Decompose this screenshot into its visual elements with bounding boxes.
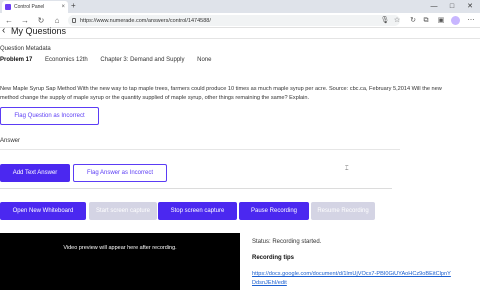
video-placeholder-text: Video preview will appear here after rec… <box>63 245 177 251</box>
page-header: ‹ My Questions <box>0 24 480 38</box>
metadata-row: Problem 17 Economics 12th Chapter 3: Dem… <box>0 57 222 63</box>
section-divider <box>0 188 392 189</box>
maximize-window-icon[interactable]: □ <box>444 0 460 13</box>
header-divider <box>0 38 480 39</box>
browser-tab-bar: Control Panel × + — □ ✕ <box>0 0 480 13</box>
question-text: New Maple Syrup Sap Method With the new … <box>0 85 480 103</box>
answer-divider <box>0 149 400 150</box>
minimize-window-icon[interactable]: — <box>426 0 442 13</box>
answer-label: Answer <box>0 138 21 144</box>
mouse-cursor-icon: ⌶ <box>345 166 349 172</box>
back-arrow-icon[interactable]: ‹ <box>2 24 5 38</box>
pause-recording-button[interactable]: Pause Recording <box>239 202 309 220</box>
flag-answer-button[interactable]: Flag Answer as Incorrect <box>73 164 167 182</box>
page-title: My Questions <box>11 26 67 36</box>
browser-tab[interactable]: Control Panel × <box>2 1 68 13</box>
url-text: https://www.numerade.com/answers/control… <box>80 17 211 24</box>
section: None <box>197 57 212 63</box>
numerade-favicon-icon <box>5 4 11 10</box>
question-line-2: method change the supply of maple syrup … <box>0 95 310 101</box>
add-text-answer-button[interactable]: Add Text Answer <box>0 164 70 182</box>
start-capture-button[interactable]: Start screen capture <box>89 202 157 220</box>
recording-tips-title: Recording tips <box>252 255 295 261</box>
chapter: Chapter 3: Demand and Supply <box>100 57 185 63</box>
resume-recording-button[interactable]: Resume Recording <box>311 202 375 220</box>
recording-status: Status: Recording started. <box>252 239 322 245</box>
subject: Economics 12th <box>45 57 88 63</box>
open-whiteboard-button[interactable]: Open New Whiteboard <box>0 202 86 220</box>
flag-question-button[interactable]: Flag Question as Incorrect <box>0 107 99 125</box>
lock-icon <box>72 18 76 23</box>
tab-close-icon[interactable]: × <box>61 4 65 10</box>
question-line-1: New Maple Syrup Sap Method With the new … <box>0 86 442 92</box>
tab-title: Control Panel <box>14 4 45 10</box>
problem-number: Problem 17 <box>0 57 33 63</box>
new-tab-icon[interactable]: + <box>71 1 76 11</box>
video-preview: Video preview will appear here after rec… <box>0 233 240 290</box>
stop-capture-button[interactable]: Stop screen capture <box>158 202 237 220</box>
recording-tips-link[interactable]: https://docs.google.com/document/d/1lmUj… <box>252 270 452 288</box>
close-window-icon[interactable]: ✕ <box>462 0 478 13</box>
metadata-label: Question Metadata <box>0 46 51 52</box>
